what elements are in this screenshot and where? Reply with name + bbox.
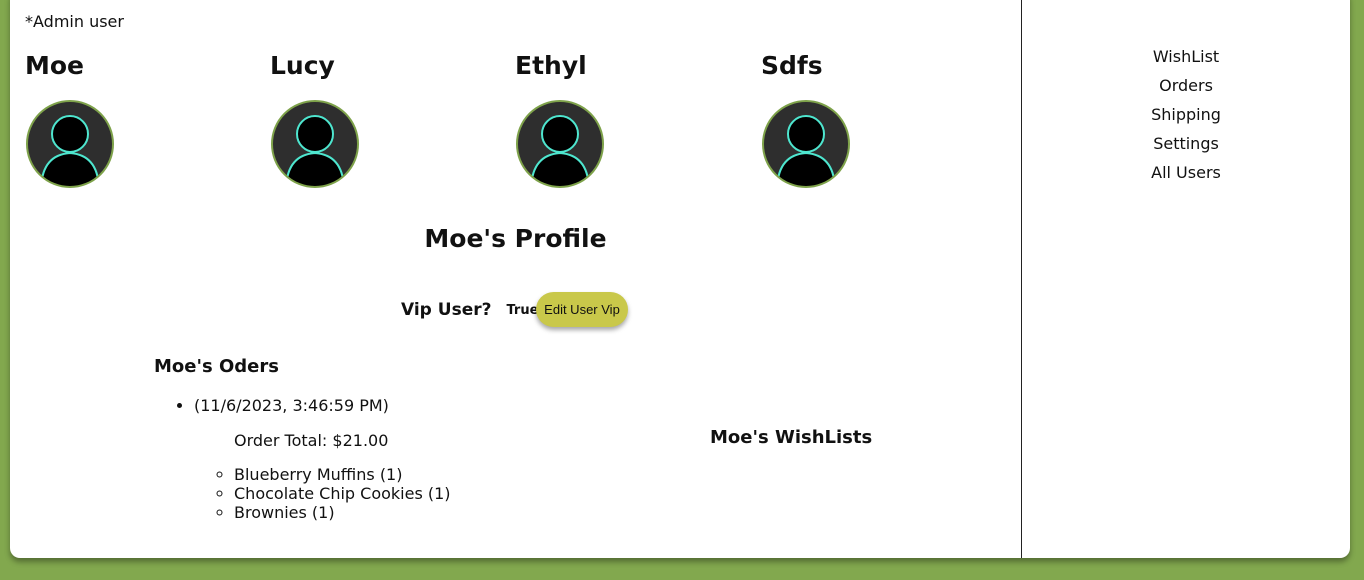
- sidebar-nav: WishList Orders Shipping Settings All Us…: [1022, 42, 1350, 187]
- user-card-ethyl[interactable]: Ethyl: [515, 51, 635, 188]
- sidebar-item-all-users[interactable]: All Users: [1022, 158, 1350, 187]
- sidebar-item-wishlist[interactable]: WishList: [1022, 42, 1350, 71]
- user-avatar-icon: [271, 100, 359, 188]
- order-product-item: Chocolate Chip Cookies (1): [234, 484, 614, 503]
- order-total: Order Total: $21.00: [234, 431, 389, 450]
- sidebar-item-shipping[interactable]: Shipping: [1022, 100, 1350, 129]
- user-name: Moe: [25, 51, 85, 80]
- sidebar-item-settings[interactable]: Settings: [1022, 129, 1350, 158]
- app-card: *Admin user Moe Lucy Ethyl Sdfs Moe's Pr…: [10, 0, 1350, 558]
- user-card-sdfs[interactable]: Sdfs: [761, 51, 881, 188]
- user-card-lucy[interactable]: Lucy: [270, 51, 390, 188]
- edit-user-vip-button[interactable]: Edit User Vip: [536, 292, 628, 327]
- orders-heading: Moe's Oders: [154, 356, 279, 377]
- sidebar: WishList Orders Shipping Settings All Us…: [1022, 0, 1350, 558]
- admin-user-note: *Admin user: [25, 12, 124, 31]
- profile-title: Moe's Profile: [424, 224, 607, 253]
- order-list: (11/6/2023, 3:46:59 PM) Order Total: $21…: [154, 396, 614, 522]
- wishlists-heading: Moe's WishLists: [710, 427, 873, 448]
- user-card-moe[interactable]: Moe: [25, 51, 145, 188]
- order-date: (11/6/2023, 3:46:59 PM): [194, 396, 389, 415]
- order-products: Blueberry Muffins (1) Chocolate Chip Coo…: [194, 465, 614, 522]
- user-name: Sdfs: [761, 51, 823, 80]
- user-avatar-icon: [516, 100, 604, 188]
- user-avatar-icon: [762, 100, 850, 188]
- order-item: (11/6/2023, 3:46:59 PM) Order Total: $21…: [194, 396, 614, 522]
- vip-value: True: [506, 302, 539, 318]
- user-name: Lucy: [270, 51, 335, 80]
- vip-label: Vip User?: [401, 300, 492, 320]
- vip-status-row: Vip User? True Edit User Vip: [401, 292, 628, 328]
- order-product-item: Brownies (1): [234, 503, 614, 522]
- sidebar-item-orders[interactable]: Orders: [1022, 71, 1350, 100]
- order-product-item: Blueberry Muffins (1): [234, 465, 614, 484]
- main-panel: *Admin user Moe Lucy Ethyl Sdfs Moe's Pr…: [10, 0, 1022, 558]
- user-name: Ethyl: [515, 51, 587, 80]
- user-avatar-icon: [26, 100, 114, 188]
